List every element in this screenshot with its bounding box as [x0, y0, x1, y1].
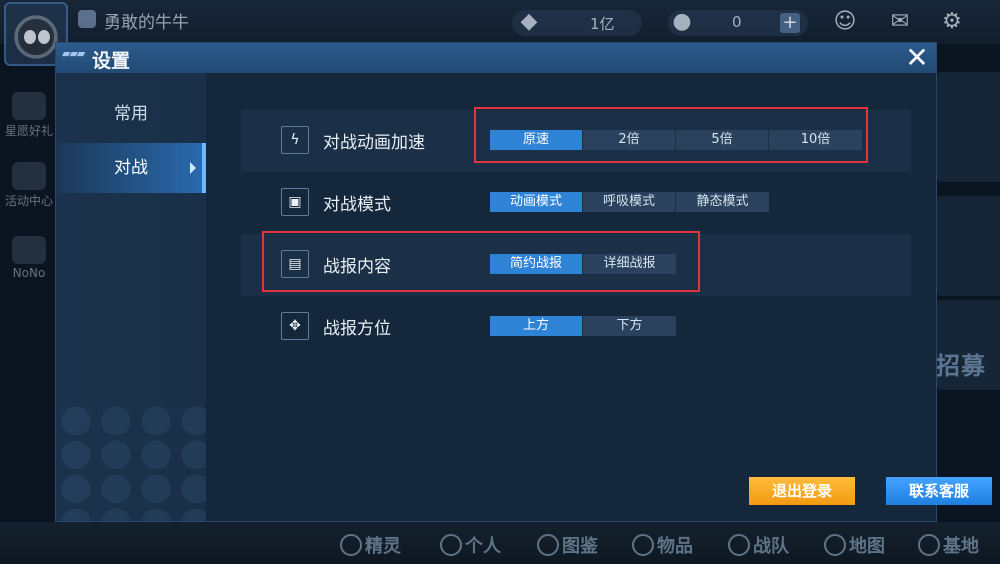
report-icon: ▤	[281, 250, 309, 278]
team-icon	[728, 534, 750, 556]
hex-pattern-decoration	[56, 401, 206, 521]
bottom-nav-label: 地图	[849, 536, 885, 557]
gift-icon	[12, 92, 46, 120]
chevron-right-icon	[190, 162, 196, 174]
bottom-nav-label: 物品	[657, 536, 693, 557]
tab-general[interactable]: 常用	[56, 89, 206, 139]
option-breathing-mode[interactable]: 呼吸模式	[583, 192, 676, 212]
nono-icon	[12, 236, 46, 264]
bottom-nav-label: 战队	[753, 536, 789, 557]
left-menu-label: NoNo	[12, 266, 46, 280]
mail-icon[interactable]: ✉	[888, 10, 912, 34]
bottom-nav-label: 个人	[465, 536, 501, 557]
event-icon	[12, 162, 46, 190]
bottom-nav-label: 精灵	[365, 536, 401, 557]
base-icon	[918, 534, 940, 556]
left-menu-events[interactable]: 活动中心	[0, 162, 58, 209]
option-animation-mode[interactable]: 动画模式	[490, 192, 583, 212]
tab-battle[interactable]: 对战	[56, 143, 206, 193]
bottom-nav-personal[interactable]: 个人	[440, 532, 501, 558]
bag-icon	[632, 534, 654, 556]
settings-side-nav: 常用 对战	[56, 73, 206, 521]
bottom-nav-base[interactable]: 基地	[918, 532, 979, 558]
battle-settings-panel: ϟ 对战动画加速 原速 2倍 5倍 10倍 ▣ 对战模式 动画模式 呼吸模式 静…	[241, 110, 911, 358]
gear-icon[interactable]: ⚙	[940, 10, 964, 34]
option-2x-speed[interactable]: 2倍	[583, 130, 676, 150]
setting-label: 战报内容	[323, 257, 391, 277]
contact-support-button[interactable]: 联系客服	[886, 477, 992, 505]
currency-2-value: 0	[732, 13, 742, 31]
option-detailed-report[interactable]: 详细战报	[583, 254, 676, 274]
tab-label: 常用	[114, 104, 148, 124]
dialog-title: 设置	[92, 50, 131, 72]
setting-row-report-position: ✥ 战报方位 上方 下方	[241, 296, 911, 358]
setting-row-battle-speed: ϟ 对战动画加速 原速 2倍 5倍 10倍	[241, 110, 911, 172]
option-5x-speed[interactable]: 5倍	[676, 130, 769, 150]
settings-dialog: ▰▰▰ 设置 ✕ 常用 对战 ϟ 对战动画加速 原速 2倍 5倍 10倍 ▣ 对…	[55, 42, 992, 522]
bottom-nav-map[interactable]: 地图	[824, 532, 885, 558]
setting-label: 战报方位	[323, 319, 391, 339]
option-position-top[interactable]: 上方	[490, 316, 583, 336]
dialog-header: ▰▰▰ 设置 ✕	[56, 43, 936, 73]
option-normal-speed[interactable]: 原速	[490, 130, 583, 150]
settings-content: ϟ 对战动画加速 原速 2倍 5倍 10倍 ▣ 对战模式 动画模式 呼吸模式 静…	[206, 73, 992, 521]
tab-label: 对战	[114, 158, 148, 178]
move-icon: ✥	[281, 312, 309, 340]
option-static-mode[interactable]: 静态模式	[676, 192, 769, 212]
report-position-selector: 上方 下方	[490, 316, 676, 336]
header-stripes-decoration: ▰▰▰	[62, 47, 85, 60]
player-badge-icon	[78, 10, 96, 28]
report-content-selector: 简约战报 详细战报	[490, 254, 676, 274]
battle-speed-selector: 原速 2倍 5倍 10倍	[490, 130, 862, 150]
friends-icon[interactable]: ☺	[833, 10, 857, 34]
player-name: 勇敢的牛牛	[104, 13, 189, 33]
add-currency-button[interactable]: +	[780, 13, 800, 33]
bottom-nav-codex[interactable]: 图鉴	[537, 532, 598, 558]
setting-label: 对战模式	[323, 195, 391, 215]
left-menu-wish-gift[interactable]: 星愿好礼	[0, 92, 58, 139]
avatar-eye-right	[38, 30, 50, 44]
bottom-nav-elves[interactable]: 精灵	[340, 532, 401, 558]
mode-icon: ▣	[281, 188, 309, 216]
logout-button[interactable]: 退出登录	[749, 477, 855, 505]
recruit-label: 招募	[936, 352, 986, 380]
bottom-nav-items[interactable]: 物品	[632, 532, 693, 558]
left-menu-nono[interactable]: NoNo	[0, 236, 58, 280]
setting-row-battle-mode: ▣ 对战模式 动画模式 呼吸模式 静态模式	[241, 172, 911, 234]
battle-mode-selector: 动画模式 呼吸模式 静态模式	[490, 192, 769, 212]
option-10x-speed[interactable]: 10倍	[769, 130, 862, 150]
bottom-nav-label: 图鉴	[562, 536, 598, 557]
left-menu-label: 活动中心	[4, 194, 53, 208]
option-position-bottom[interactable]: 下方	[583, 316, 676, 336]
left-menu-label: 星愿好礼	[4, 124, 53, 138]
right-banner-2[interactable]	[936, 196, 1000, 296]
bottom-nav-team[interactable]: 战队	[728, 532, 789, 558]
setting-label: 对战动画加速	[323, 133, 425, 153]
codex-icon	[537, 534, 559, 556]
elf-icon	[340, 534, 362, 556]
option-brief-report[interactable]: 简约战报	[490, 254, 583, 274]
gem-icon: ◆	[520, 9, 538, 34]
globe-icon	[824, 534, 846, 556]
setting-row-report-content: ▤ 战报内容 简约战报 详细战报	[241, 234, 911, 296]
close-icon[interactable]: ✕	[904, 44, 930, 72]
coin-icon: ●	[672, 9, 692, 34]
lightning-icon: ϟ	[281, 126, 309, 154]
bottom-nav-label: 基地	[943, 536, 979, 557]
currency-1-value: 1亿	[590, 15, 615, 33]
avatar-eye-left	[24, 30, 36, 44]
person-icon	[440, 534, 462, 556]
right-banner-1[interactable]	[936, 72, 1000, 182]
